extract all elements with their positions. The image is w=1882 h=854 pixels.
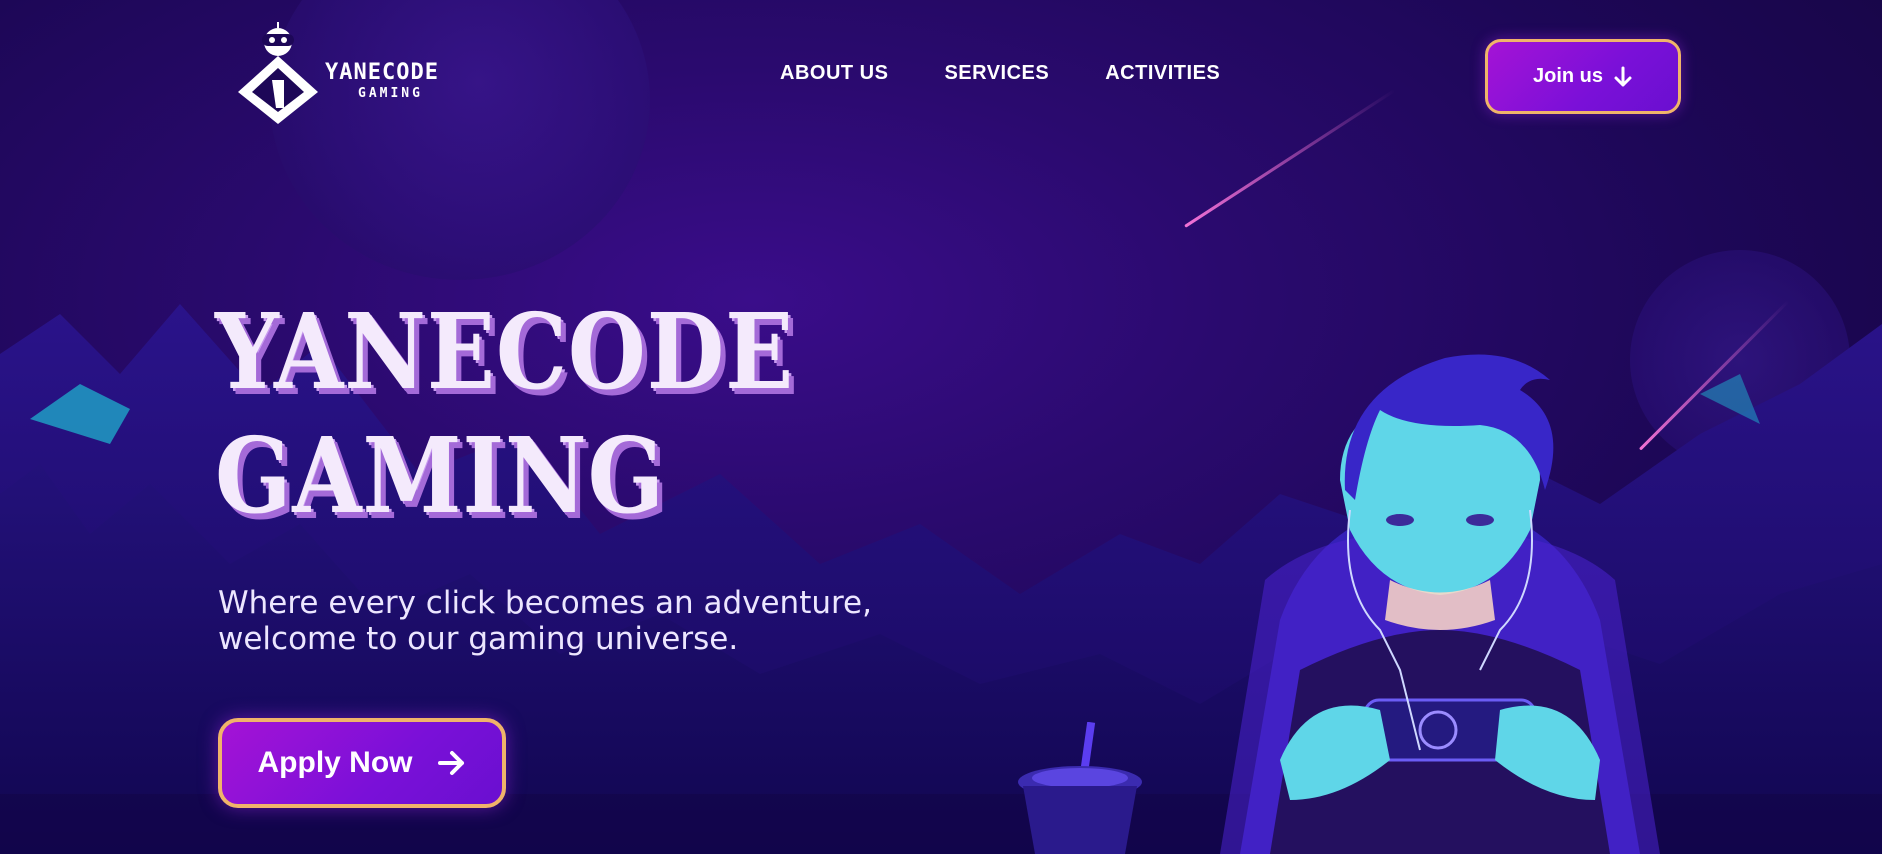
hero-title-line1: YANECODE [215,290,795,413]
drink-cup-illustration [1018,722,1142,854]
arrow-down-icon [1614,66,1632,86]
apply-now-label: Apply Now [257,746,413,779]
main-nav: ABOUT US SERVICES ACTIVITIES [780,62,1220,85]
join-us-button[interactable]: Join us [1485,39,1681,114]
controller-robot-icon [238,22,318,124]
hero-subtitle-line1: Where every click becomes an adventure, [218,585,872,621]
nav-services[interactable]: SERVICES [944,62,1049,85]
gamer-illustration [1220,354,1660,854]
brand-logo[interactable]: YANECODE GAMING [232,20,462,125]
hero-subtitle-line2: welcome to our gaming universe. [218,621,739,657]
join-us-label: Join us [1532,65,1603,87]
nav-about-us[interactable]: ABOUT US [780,62,888,85]
site-header: YANECODE GAMING ABOUT US SERVICES ACTIVI… [0,0,1882,150]
hero-title-line2: GAMING [215,414,665,537]
nav-activities[interactable]: ACTIVITIES [1105,62,1220,85]
logo-wordmark: YANECODE [325,60,439,85]
apply-now-button[interactable]: Apply Now [218,718,506,808]
arrow-right-icon [437,751,464,775]
hero-subtitle: Where every click becomes an adventure, … [218,585,918,657]
logo-subtitle: GAMING [358,86,423,101]
hero-title: YANECODE GAMING [215,290,794,538]
